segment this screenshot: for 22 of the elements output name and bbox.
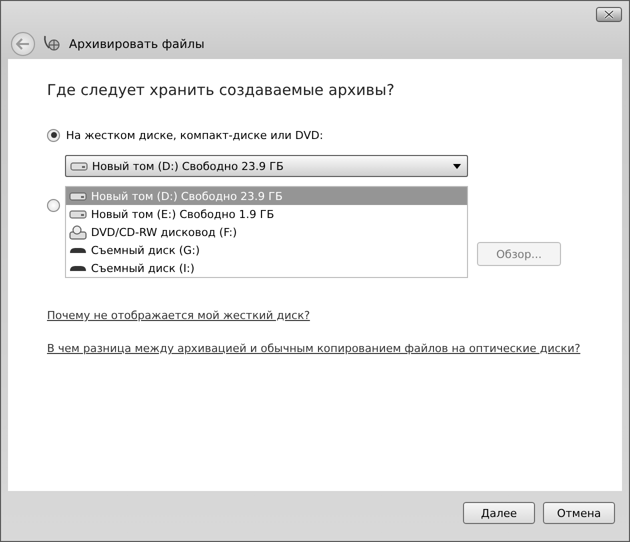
help-link[interactable]: В чем разница между архивацией и обычным копированием файлов на оптические диски?: [47, 342, 580, 355]
dropdown-item[interactable]: Съемный диск (G:): [66, 241, 467, 259]
disc-drive-icon: [69, 224, 87, 240]
dialog-button[interactable]: Отмена: [543, 502, 615, 524]
dropdown-arrow-icon: [453, 164, 461, 168]
radio-button[interactable]: [47, 128, 60, 142]
option-label: На жестком диске, компакт-диске или DVD:: [66, 128, 324, 142]
drive-dropdown[interactable]: Новый том (D:) Свободно 23.9 ГБ: [65, 155, 468, 177]
radio-button[interactable]: [47, 198, 60, 212]
dialog-button[interactable]: Далее: [463, 502, 535, 524]
back-arrow-icon: [16, 38, 30, 50]
dropdown-item[interactable]: Съемный диск (I:): [66, 259, 467, 277]
dropdown-item[interactable]: DVD/CD-RW дисковод (F:): [66, 223, 467, 241]
close-icon: [603, 10, 615, 19]
dropdown-item[interactable]: Новый том (E:) Свободно 1.9 ГБ: [66, 205, 467, 223]
close-button[interactable]: [596, 7, 622, 22]
window-title: Архивировать файлы: [69, 37, 204, 51]
heading: Где следует хранить создаваемые архивы?: [47, 81, 396, 99]
drive-icon: [69, 247, 87, 253]
help-link[interactable]: Почему не отображается мой жесткий диск?: [47, 309, 310, 322]
drive-icon: [69, 265, 87, 271]
backup-icon: [43, 34, 61, 52]
